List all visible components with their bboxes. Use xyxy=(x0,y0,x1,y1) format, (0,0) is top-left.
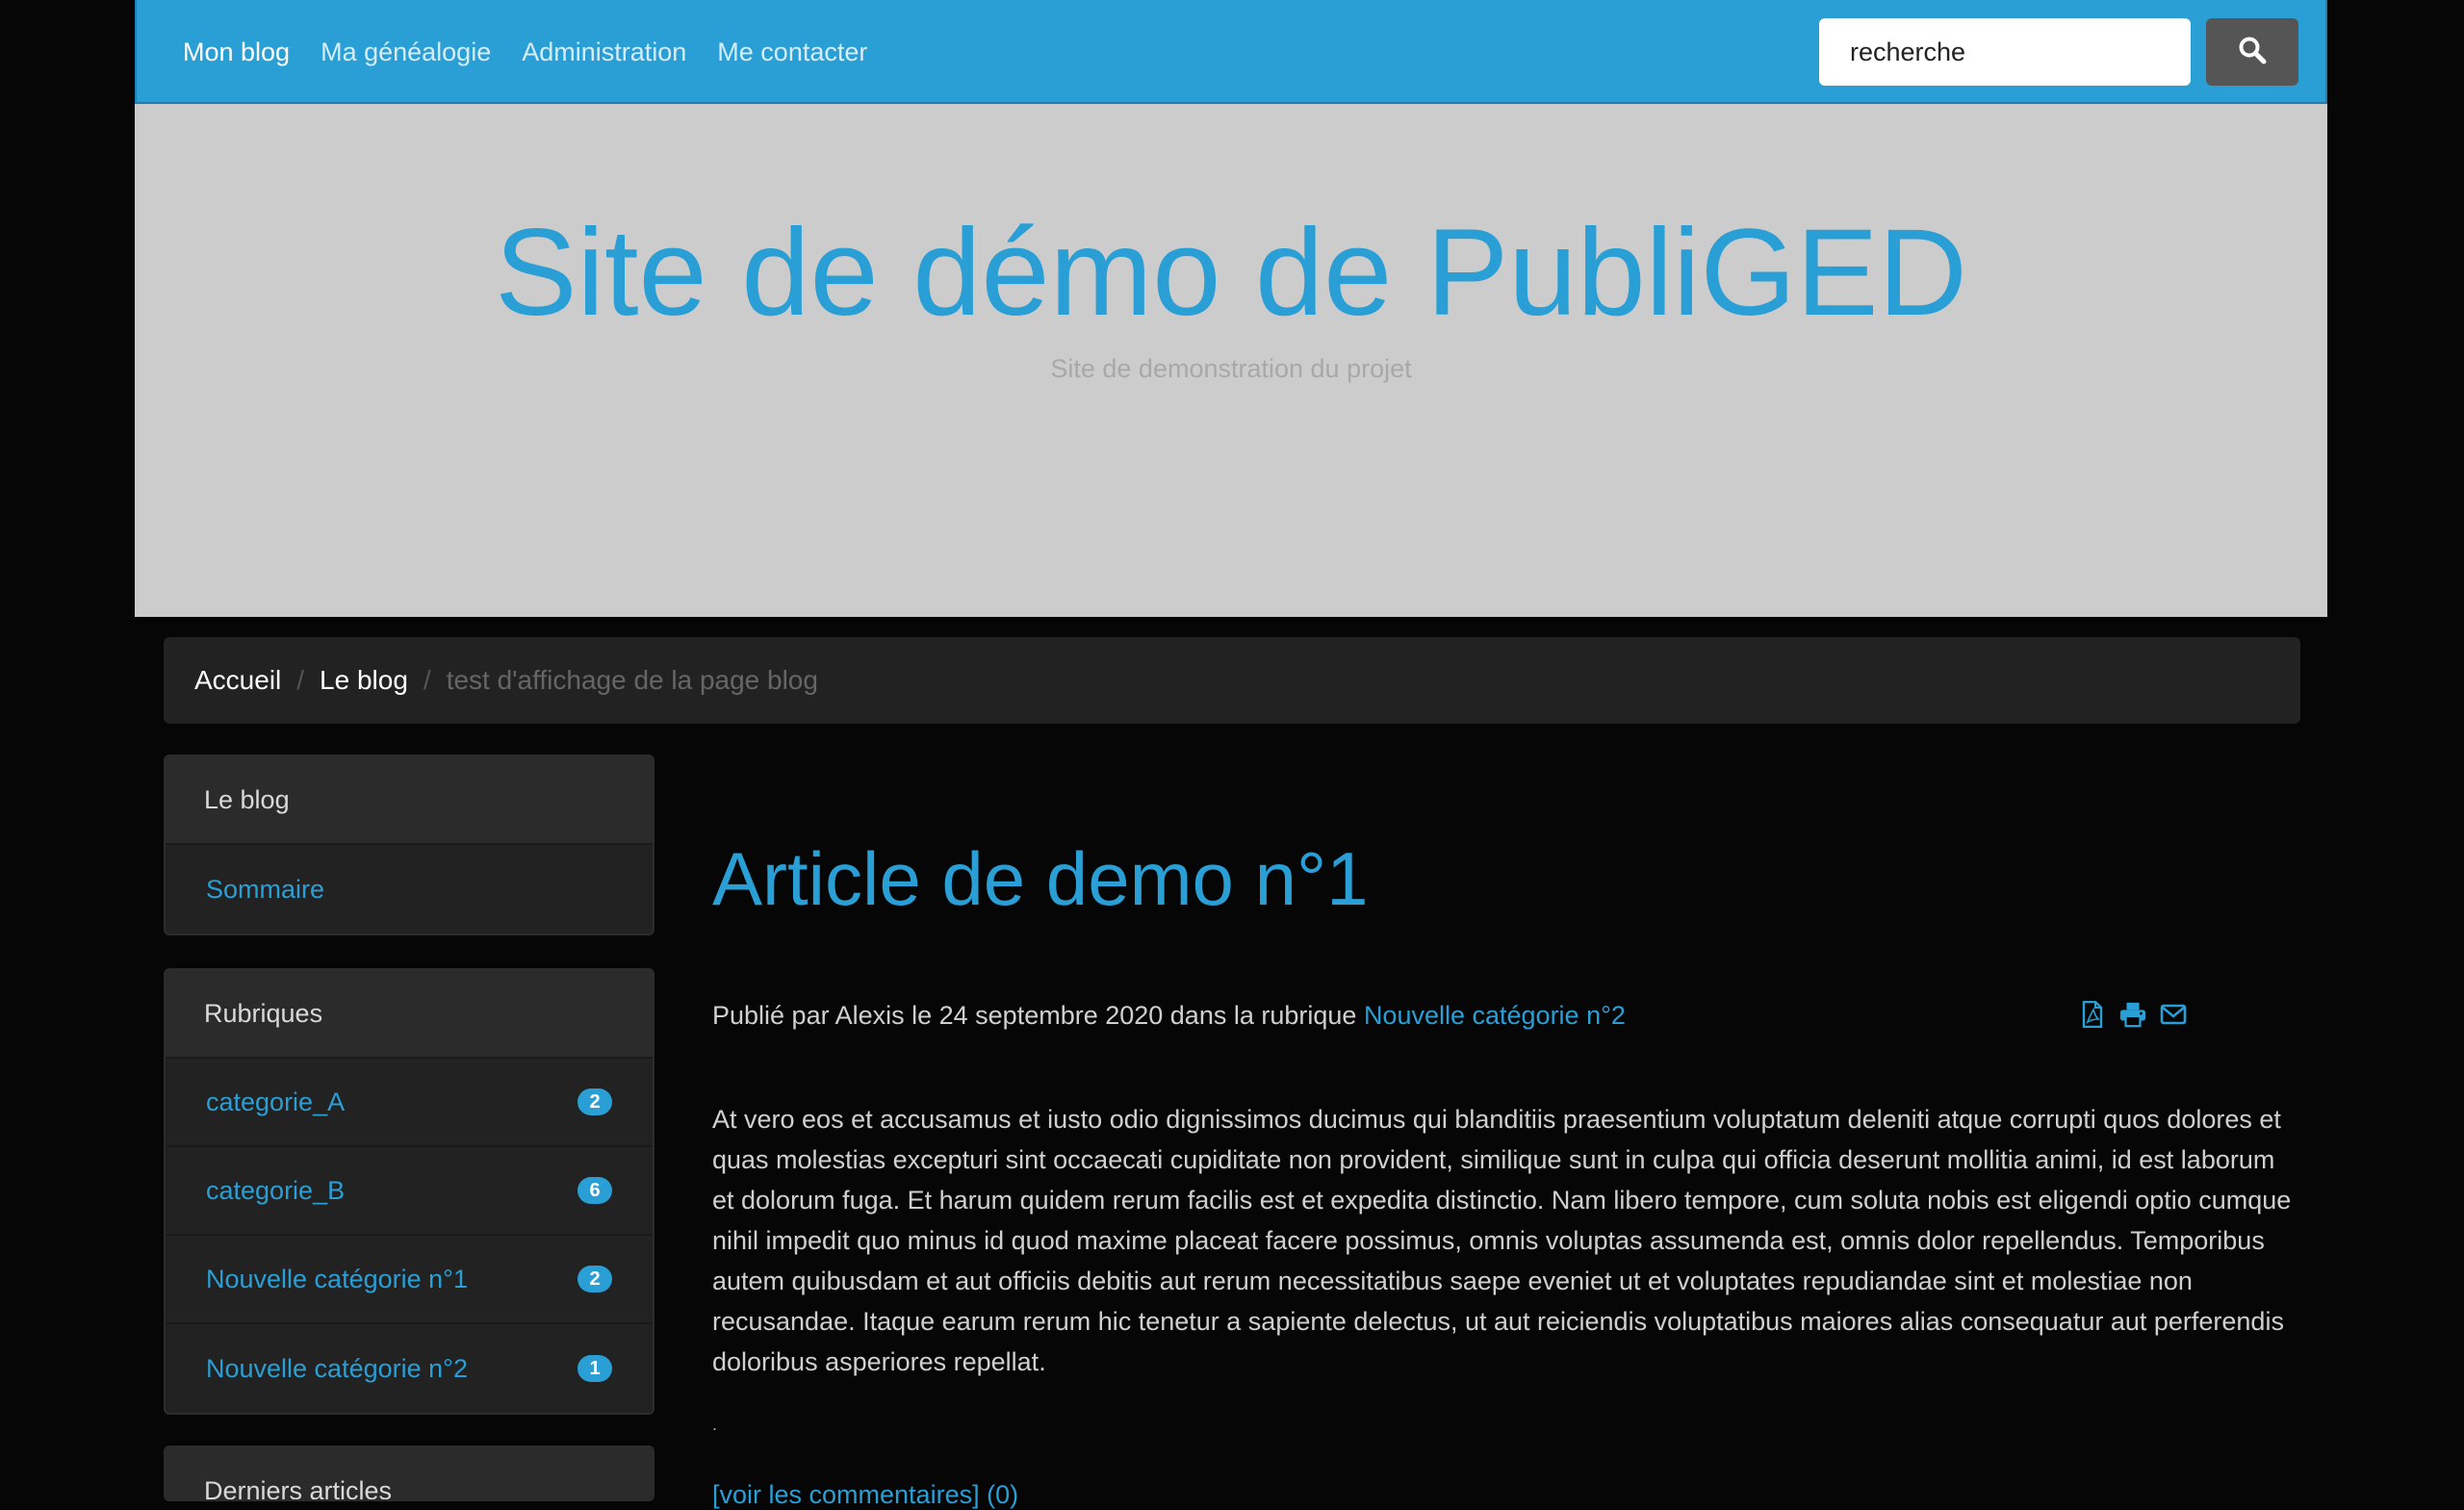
pdf-icon[interactable] xyxy=(2079,999,2106,1030)
sidebar-item-nouvelle-categorie-2[interactable]: Nouvelle catégorie n°2 1 xyxy=(166,1324,653,1413)
search-icon xyxy=(2238,36,2267,69)
article-title: Article de demo n°1 xyxy=(712,836,1369,921)
sidebar-item-label: categorie_B xyxy=(206,1175,346,1205)
comments-link[interactable]: [voir les commentaires] (0) xyxy=(712,1480,1018,1510)
rubriques-panel-heading: Rubriques xyxy=(166,970,653,1059)
nav-link-genealogie[interactable]: Ma généalogie xyxy=(321,38,491,67)
search-button[interactable] xyxy=(2206,18,2298,86)
nav-link-administration[interactable]: Administration xyxy=(522,38,686,67)
sidebar-item-label: Sommaire xyxy=(206,874,325,904)
blog-panel-heading: Le blog xyxy=(166,756,653,845)
count-badge: 2 xyxy=(578,1088,612,1115)
breadcrumb-separator: / xyxy=(423,665,431,695)
sidebar-item-sommaire[interactable]: Sommaire xyxy=(166,845,653,934)
rubriques-panel: Rubriques categorie_A 2 categorie_B 6 No… xyxy=(164,968,654,1415)
breadcrumb-le-blog[interactable]: Le blog xyxy=(320,665,408,696)
top-navbar: Mon blog Ma généalogie Administration Me… xyxy=(135,0,2327,104)
sidebar-item-categorie-b[interactable]: categorie_B 6 xyxy=(166,1147,653,1236)
breadcrumb: Accueil / Le blog / test d'affichage de … xyxy=(164,637,2300,724)
article-meta: Publié par Alexis le 24 septembre 2020 d… xyxy=(712,1001,1626,1031)
article-meta-text: Publié par Alexis le 24 septembre 2020 d… xyxy=(712,1001,1364,1030)
count-badge: 2 xyxy=(578,1266,612,1292)
latest-articles-panel: Derniers articles xyxy=(164,1446,654,1501)
breadcrumb-accueil[interactable]: Accueil xyxy=(194,665,281,696)
blog-panel: Le blog Sommaire xyxy=(164,755,654,935)
article-body: At vero eos et accusamus et iusto odio d… xyxy=(712,1105,2292,1376)
nav-menu: Mon blog Ma généalogie Administration Me… xyxy=(183,0,867,104)
sidebar-item-categorie-a[interactable]: categorie_A 2 xyxy=(166,1059,653,1147)
breadcrumb-current: test d'affichage de la page blog xyxy=(446,665,818,695)
sidebar-item-nouvelle-categorie-1[interactable]: Nouvelle catégorie n°1 2 xyxy=(166,1236,653,1324)
nav-link-contact[interactable]: Me contacter xyxy=(717,38,867,67)
breadcrumb-separator: / xyxy=(296,665,305,695)
print-icon[interactable] xyxy=(2119,999,2146,1030)
sidebar-item-label: Nouvelle catégorie n°1 xyxy=(206,1264,468,1293)
search-input[interactable]: recherche xyxy=(1819,18,2191,86)
site-subtitle: Site de demonstration du projet xyxy=(1050,354,1412,383)
envelope-icon[interactable] xyxy=(2160,999,2187,1030)
nav-link-mon-blog[interactable]: Mon blog xyxy=(183,38,290,67)
count-badge: 6 xyxy=(578,1177,612,1204)
article-actions xyxy=(2079,999,2187,1030)
article-category-link[interactable]: Nouvelle catégorie n°2 xyxy=(1364,1001,1626,1030)
sidebar-item-label: Nouvelle catégorie n°2 xyxy=(206,1353,468,1383)
search-input-placeholder: recherche xyxy=(1850,37,1966,66)
site-title: Site de démo de PubliGED xyxy=(495,204,1967,342)
count-badge: 1 xyxy=(578,1355,612,1382)
site-header-banner: Site de démo de PubliGED Site de demonst… xyxy=(135,104,2327,617)
sidebar-item-label: categorie_A xyxy=(206,1087,346,1116)
article-separator: . xyxy=(712,1415,718,1434)
latest-articles-panel-heading: Derniers articles xyxy=(166,1447,653,1499)
